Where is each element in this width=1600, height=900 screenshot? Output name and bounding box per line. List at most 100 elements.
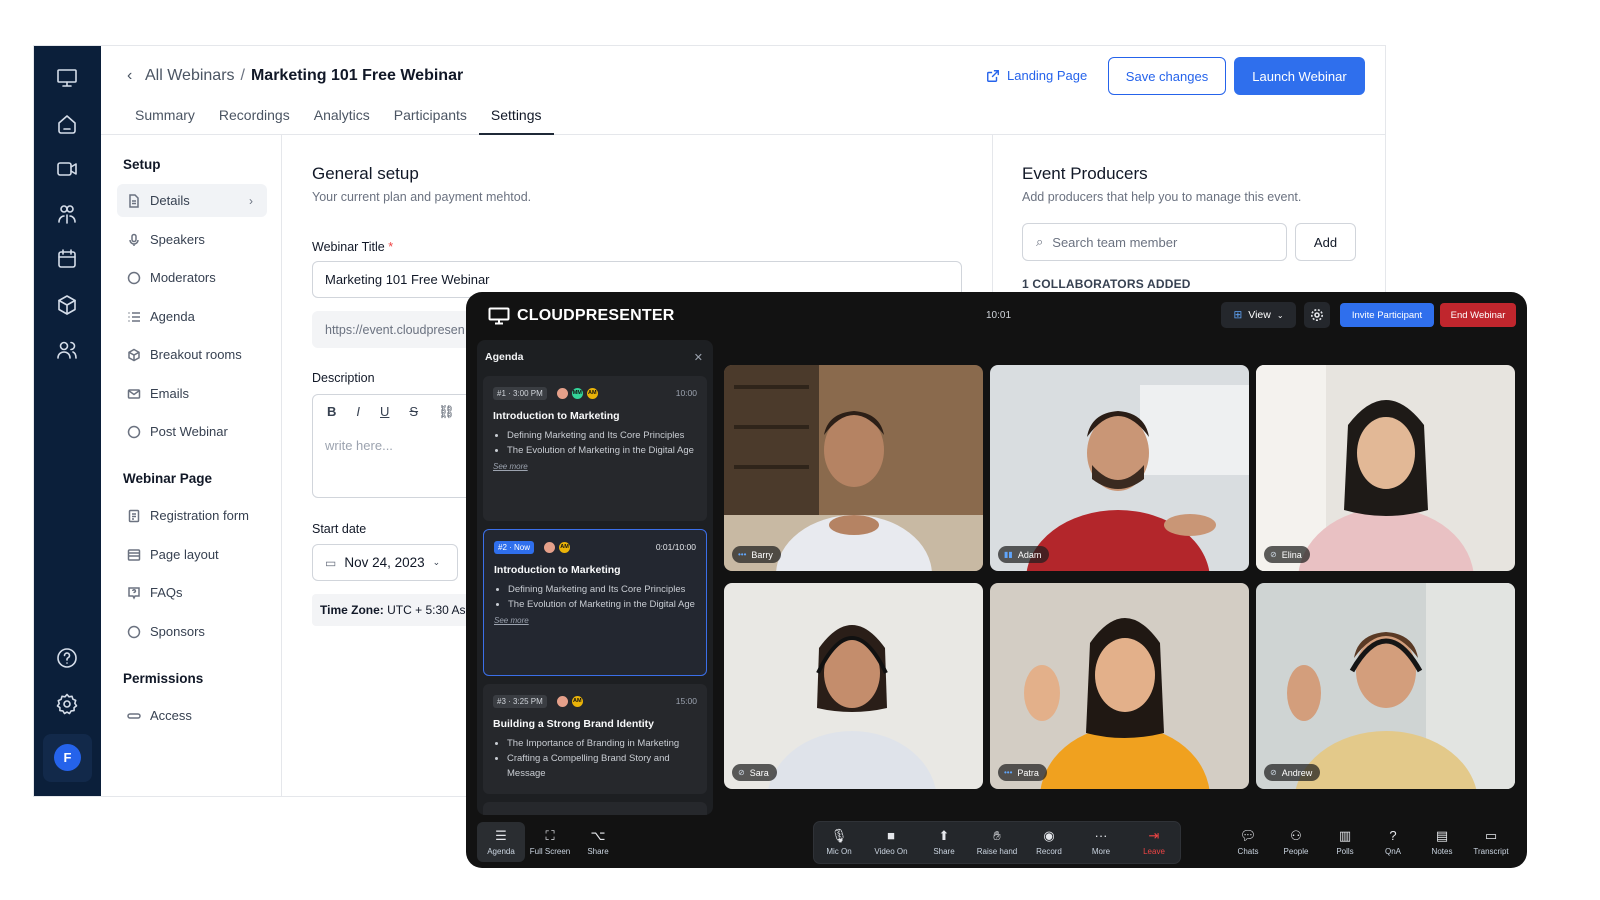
video-toggle-button[interactable]: ■ Video On bbox=[867, 822, 915, 862]
participant-nametag: ⊘ Elina bbox=[1264, 546, 1310, 563]
chevron-left-icon[interactable]: ‹ bbox=[127, 67, 139, 85]
required-mark: * bbox=[388, 240, 394, 254]
cube-icon bbox=[127, 348, 141, 362]
video-tile[interactable]: ••• Patra bbox=[990, 583, 1249, 789]
notes-button[interactable]: ▤ Notes bbox=[1418, 822, 1466, 862]
nav-item-registration-form[interactable]: Registration form bbox=[117, 499, 267, 532]
share-link-button[interactable]: ⌥ Share bbox=[574, 822, 622, 862]
agenda-item-meta: #2 · Now AM 0:01/10:00 bbox=[494, 539, 696, 555]
view-layout-button[interactable]: ⊞ View ⌄ bbox=[1221, 302, 1296, 328]
bold-button[interactable]: B bbox=[327, 404, 336, 419]
nav-item-emails[interactable]: Emails bbox=[117, 377, 267, 410]
leave-button[interactable]: ⇥ Leave bbox=[1130, 822, 1178, 862]
nav-label: Post Webinar bbox=[150, 424, 228, 439]
start-date-value: Nov 24, 2023 bbox=[344, 555, 425, 570]
agenda-duration: 0:01/10:00 bbox=[655, 542, 696, 552]
qna-button[interactable]: ? QnA bbox=[1369, 822, 1417, 862]
settings-sidebar: Setup Details › Speakers Moderators Agen… bbox=[101, 135, 282, 796]
nav-item-breakout-rooms[interactable]: Breakout rooms bbox=[117, 338, 267, 371]
landing-page-link[interactable]: Landing Page bbox=[986, 68, 1087, 83]
participant-nametag: ••• Patra bbox=[998, 764, 1047, 781]
agenda-item[interactable]: #1 · 3:00 PM MM AM 10:00 Introduction to… bbox=[483, 376, 707, 521]
nav-item-access[interactable]: Access bbox=[117, 699, 267, 732]
polls-button[interactable]: ▥ Polls bbox=[1321, 822, 1369, 862]
help-icon[interactable] bbox=[55, 646, 79, 670]
breadcrumb-separator: / bbox=[240, 67, 245, 84]
agenda-toggle-button[interactable]: ☰ Agenda bbox=[477, 822, 525, 862]
transcript-button[interactable]: ▭ Transcript bbox=[1467, 822, 1515, 862]
nav-label: Breakout rooms bbox=[150, 347, 242, 362]
monitor-icon[interactable] bbox=[55, 66, 79, 90]
brand-name: CLOUDPRESENTER bbox=[517, 307, 675, 324]
team-member-search-input[interactable]: ⌕ Search team member bbox=[1022, 223, 1287, 261]
avatar: AM bbox=[570, 694, 584, 708]
strikethrough-button[interactable]: S bbox=[409, 404, 418, 419]
home-icon[interactable] bbox=[55, 112, 79, 136]
agenda-bullets: The Importance of Branding in Marketing … bbox=[493, 736, 697, 781]
tab-summary[interactable]: Summary bbox=[123, 104, 207, 135]
italic-button[interactable]: I bbox=[356, 404, 360, 419]
settings-button[interactable] bbox=[1304, 302, 1330, 328]
video-icon[interactable] bbox=[55, 157, 79, 181]
invite-participant-button[interactable]: Invite Participant bbox=[1340, 303, 1434, 327]
tab-participants[interactable]: Participants bbox=[382, 104, 479, 135]
nav-item-agenda[interactable]: Agenda bbox=[117, 300, 267, 333]
agenda-item-current[interactable]: #2 · Now AM 0:01/10:00 Introduction to M… bbox=[483, 529, 707, 676]
more-button[interactable]: ··· More bbox=[1077, 822, 1125, 862]
settings-icon[interactable] bbox=[55, 692, 79, 716]
nav-label: Moderators bbox=[150, 270, 216, 285]
chats-button[interactable]: 💬︎ Chats bbox=[1224, 822, 1272, 862]
see-more-link[interactable]: See more bbox=[494, 616, 696, 625]
tab-settings[interactable]: Settings bbox=[478, 104, 554, 135]
agenda-item[interactable]: #3 · 3:25 PM AM 15:00 Building a Strong … bbox=[483, 684, 707, 794]
participant-video bbox=[990, 583, 1249, 789]
video-tile[interactable]: ⊘ Sara bbox=[724, 583, 983, 789]
agenda-item[interactable] bbox=[483, 802, 707, 815]
speaking-indicator-icon: ••• bbox=[1004, 768, 1013, 777]
close-icon[interactable]: ✕ bbox=[694, 351, 703, 364]
user-avatar[interactable]: F bbox=[54, 744, 81, 771]
control-label: Raise hand bbox=[976, 846, 1018, 856]
video-tile[interactable]: ⊘ Elina bbox=[1256, 365, 1515, 571]
nav-item-faqs[interactable]: FAQs bbox=[117, 576, 267, 609]
tab-recordings[interactable]: Recordings bbox=[207, 104, 302, 135]
cube-icon[interactable] bbox=[55, 293, 79, 317]
nav-item-details[interactable]: Details › bbox=[117, 184, 267, 217]
agenda-header: Agenda ✕ bbox=[477, 340, 713, 374]
launch-webinar-button[interactable]: Launch Webinar bbox=[1234, 57, 1365, 95]
agenda-bullet: Defining Marketing and Its Core Principl… bbox=[507, 428, 697, 443]
add-producer-button[interactable]: Add bbox=[1295, 223, 1356, 261]
nav-item-page-layout[interactable]: Page layout bbox=[117, 538, 267, 571]
calendar-icon[interactable] bbox=[55, 247, 79, 271]
description-label: Description bbox=[312, 371, 375, 385]
save-changes-button[interactable]: Save changes bbox=[1108, 57, 1226, 95]
screen-share-button[interactable]: ⬆ Share bbox=[920, 822, 968, 862]
mic-toggle-button[interactable]: 🎙︎ Mic On bbox=[815, 822, 863, 862]
collaborators-count: 1 COLLABORATORS ADDED bbox=[1022, 277, 1191, 291]
link-icon[interactable]: ⛓ bbox=[438, 404, 455, 420]
raise-hand-button[interactable]: ✋︎ Raise hand bbox=[973, 822, 1021, 862]
tab-analytics[interactable]: Analytics bbox=[302, 104, 382, 135]
see-more-link[interactable]: See more bbox=[493, 462, 697, 471]
users-icon[interactable] bbox=[55, 338, 79, 362]
breadcrumb-parent[interactable]: All Webinars bbox=[145, 67, 235, 85]
full-screen-button[interactable]: ⛶ Full Screen bbox=[526, 822, 574, 862]
link-icon bbox=[127, 709, 141, 723]
video-tile[interactable]: ••• Barry bbox=[724, 365, 983, 571]
end-webinar-button[interactable]: End Webinar bbox=[1440, 303, 1516, 327]
nav-item-moderators[interactable]: Moderators bbox=[117, 261, 267, 294]
video-tile[interactable]: ▮▮ Adam bbox=[990, 365, 1249, 571]
presenter-icon[interactable] bbox=[55, 202, 79, 226]
nav-label: Page layout bbox=[150, 547, 219, 562]
start-date-picker[interactable]: ▭ Nov 24, 2023 ⌄ bbox=[312, 544, 458, 581]
nav-item-post-webinar[interactable]: Post Webinar bbox=[117, 415, 267, 448]
nav-item-sponsors[interactable]: Sponsors bbox=[117, 615, 267, 648]
record-button[interactable]: ◉ Record bbox=[1025, 822, 1073, 862]
underline-button[interactable]: U bbox=[380, 404, 389, 419]
people-button[interactable]: ⚇ People bbox=[1272, 822, 1320, 862]
monitor-icon bbox=[488, 307, 510, 325]
nav-item-speakers[interactable]: Speakers bbox=[117, 223, 267, 256]
document-icon bbox=[127, 193, 141, 208]
video-tile[interactable]: ⊘ Andrew bbox=[1256, 583, 1515, 789]
control-label: Video On bbox=[874, 846, 908, 856]
